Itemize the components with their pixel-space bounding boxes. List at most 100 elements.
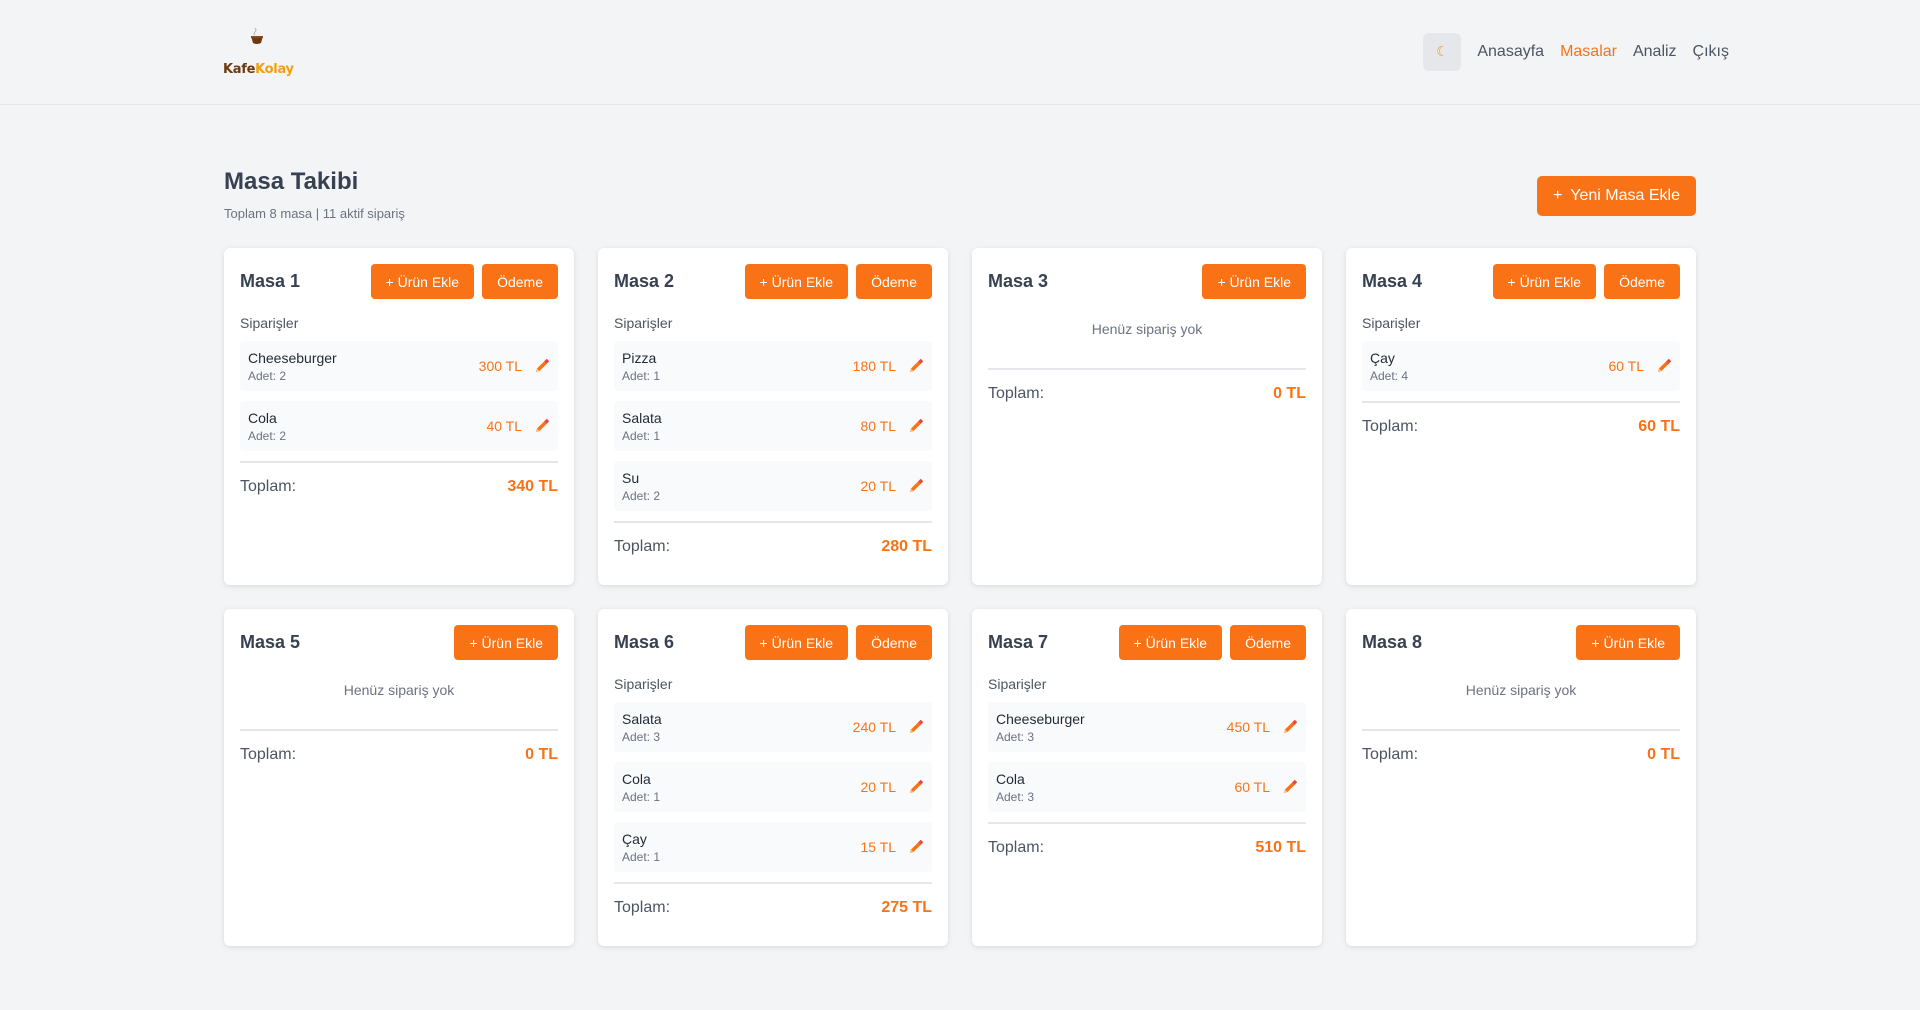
total-row: Toplam: 60 TL bbox=[1362, 418, 1680, 436]
table-name: Masa 8 bbox=[1362, 632, 1423, 652]
add-table-label: Yeni Masa Ekle bbox=[1570, 187, 1680, 204]
divider bbox=[988, 822, 1306, 824]
nav-link-anasayfa[interactable]: Anasayfa bbox=[1477, 43, 1544, 61]
add-product-button[interactable]: + Ürün Ekle bbox=[744, 264, 849, 299]
nav-link-masalar[interactable]: Masalar bbox=[1560, 43, 1617, 61]
order-info: Su Adet: 2 bbox=[622, 470, 660, 503]
logo-text-kafe: Kafe bbox=[223, 61, 256, 77]
order-name: Çay bbox=[1370, 349, 1395, 366]
nav-links: ☾ Anasayfa Masalar Analiz Çıkış bbox=[1423, 32, 1729, 71]
table-actions: + Ürün Ekle Ödeme bbox=[1492, 264, 1680, 299]
orders-label: Siparişler bbox=[988, 676, 1047, 692]
pencil-icon[interactable] bbox=[1282, 719, 1298, 735]
table-name: Masa 4 bbox=[1362, 271, 1423, 291]
add-product-button[interactable]: + Ürün Ekle bbox=[1202, 264, 1306, 299]
order-item: Cheeseburger Adet: 3 450 TL bbox=[988, 702, 1306, 752]
order-item: Su Adet: 2 20 TL bbox=[614, 461, 932, 511]
table-card-body: Siparişler Pizza Adet: 1 180 TL Salata A… bbox=[614, 315, 932, 511]
pencil-icon[interactable] bbox=[908, 358, 924, 374]
order-right: 20 TL bbox=[860, 478, 924, 494]
table-actions: + Ürün Ekle Ödeme bbox=[744, 625, 932, 660]
order-right: 15 TL bbox=[860, 839, 924, 855]
order-quantity: Adet: 2 bbox=[622, 488, 661, 503]
order-quantity: Adet: 1 bbox=[622, 368, 661, 383]
pencil-icon[interactable] bbox=[908, 719, 924, 735]
table-card-header: Masa 1 + Ürün Ekle Ödeme bbox=[240, 264, 558, 299]
divider bbox=[240, 729, 558, 731]
order-right: 20 TL bbox=[860, 779, 924, 795]
order-item: Cola Adet: 1 20 TL bbox=[614, 762, 932, 812]
table-actions: + Ürün Ekle Ödeme bbox=[1118, 625, 1306, 660]
order-name: Cheeseburger bbox=[996, 710, 1085, 727]
coffee-cup-icon bbox=[251, 27, 263, 44]
order-quantity: Adet: 2 bbox=[248, 428, 287, 443]
pencil-icon[interactable] bbox=[534, 418, 550, 434]
payment-button[interactable]: Ödeme bbox=[1230, 625, 1306, 660]
table-card-header: Masa 7 + Ürün Ekle Ödeme bbox=[988, 625, 1306, 660]
total-label: Toplam: bbox=[240, 478, 297, 495]
pencil-icon[interactable] bbox=[1656, 358, 1672, 374]
order-name: Cheeseburger bbox=[248, 349, 337, 366]
order-price: 300 TL bbox=[478, 358, 522, 374]
order-right: 60 TL bbox=[1608, 358, 1672, 374]
order-quantity: Adet: 2 bbox=[248, 368, 287, 383]
total-label: Toplam: bbox=[1362, 746, 1419, 763]
table-card-body: Siparişler Çay Adet: 4 60 TL bbox=[1362, 315, 1680, 391]
order-quantity: Adet: 3 bbox=[996, 729, 1035, 744]
nav-link-cikis[interactable]: Çıkış bbox=[1693, 43, 1729, 61]
pencil-icon[interactable] bbox=[908, 839, 924, 855]
table-card-header: Masa 8 + Ürün Ekle bbox=[1362, 625, 1680, 660]
table-card-body: Siparişler Cheeseburger Adet: 3 450 TL C… bbox=[988, 676, 1306, 812]
total-value: 0 TL bbox=[1273, 385, 1306, 402]
empty-orders-text: Henüz sipariş yok bbox=[1465, 682, 1577, 698]
table-card: Masa 8 + Ürün Ekle Henüz sipariş yok Top… bbox=[1346, 609, 1696, 946]
order-name: Su bbox=[622, 469, 640, 486]
table-card-body: Henüz sipariş yok bbox=[1362, 682, 1680, 725]
add-table-button[interactable]: + Yeni Masa Ekle bbox=[1536, 176, 1696, 216]
add-product-button[interactable]: + Ürün Ekle bbox=[744, 625, 849, 660]
order-price: 20 TL bbox=[860, 478, 896, 494]
table-card: Masa 6 + Ürün Ekle Ödeme Siparişler Sala… bbox=[598, 609, 948, 946]
add-product-button[interactable]: + Ürün Ekle bbox=[370, 264, 475, 299]
order-name: Cola bbox=[248, 409, 277, 426]
pencil-icon[interactable] bbox=[1282, 779, 1298, 795]
pencil-icon[interactable] bbox=[908, 779, 924, 795]
order-quantity: Adet: 1 bbox=[622, 849, 661, 864]
divider bbox=[240, 461, 558, 463]
logo[interactable]: KafeKolay bbox=[223, 27, 294, 77]
table-card: Masa 3 + Ürün Ekle Henüz sipariş yok Top… bbox=[972, 248, 1322, 585]
table-actions: + Ürün Ekle Ödeme bbox=[744, 264, 932, 299]
payment-button[interactable]: Ödeme bbox=[856, 625, 932, 660]
order-right: 180 TL bbox=[853, 358, 924, 374]
order-item: Cola Adet: 2 40 TL bbox=[240, 401, 558, 451]
order-item: Çay Adet: 4 60 TL bbox=[1362, 341, 1680, 391]
order-quantity: Adet: 1 bbox=[622, 428, 661, 443]
divider bbox=[1362, 401, 1680, 403]
order-price: 40 TL bbox=[486, 418, 522, 434]
add-product-button[interactable]: + Ürün Ekle bbox=[454, 625, 558, 660]
payment-button[interactable]: Ödeme bbox=[482, 264, 558, 299]
logo-text: KafeKolay bbox=[223, 62, 294, 77]
moon-icon: ☾ bbox=[1436, 43, 1449, 59]
total-label: Toplam: bbox=[988, 839, 1045, 856]
divider bbox=[988, 368, 1306, 370]
order-quantity: Adet: 3 bbox=[622, 729, 661, 744]
add-product-button[interactable]: + Ürün Ekle bbox=[1576, 625, 1680, 660]
page-subtitle: Toplam 8 masa | 11 aktif sipariş bbox=[224, 206, 405, 221]
table-name: Masa 6 bbox=[614, 632, 675, 652]
payment-button[interactable]: Ödeme bbox=[856, 264, 932, 299]
total-value: 0 TL bbox=[525, 746, 558, 763]
nav-link-analiz[interactable]: Analiz bbox=[1633, 43, 1677, 61]
total-row: Toplam: 0 TL bbox=[988, 385, 1306, 403]
payment-button[interactable]: Ödeme bbox=[1604, 264, 1680, 299]
order-name: Cola bbox=[996, 770, 1025, 787]
order-price: 240 TL bbox=[852, 719, 896, 735]
pencil-icon[interactable] bbox=[908, 478, 924, 494]
table-card: Masa 1 + Ürün Ekle Ödeme Siparişler Chee… bbox=[224, 248, 574, 585]
theme-toggle-button[interactable]: ☾ bbox=[1423, 32, 1462, 71]
add-product-button[interactable]: + Ürün Ekle bbox=[1492, 264, 1597, 299]
pencil-icon[interactable] bbox=[908, 418, 924, 434]
order-name: Çay bbox=[622, 830, 647, 847]
add-product-button[interactable]: + Ürün Ekle bbox=[1118, 625, 1223, 660]
pencil-icon[interactable] bbox=[534, 358, 550, 374]
